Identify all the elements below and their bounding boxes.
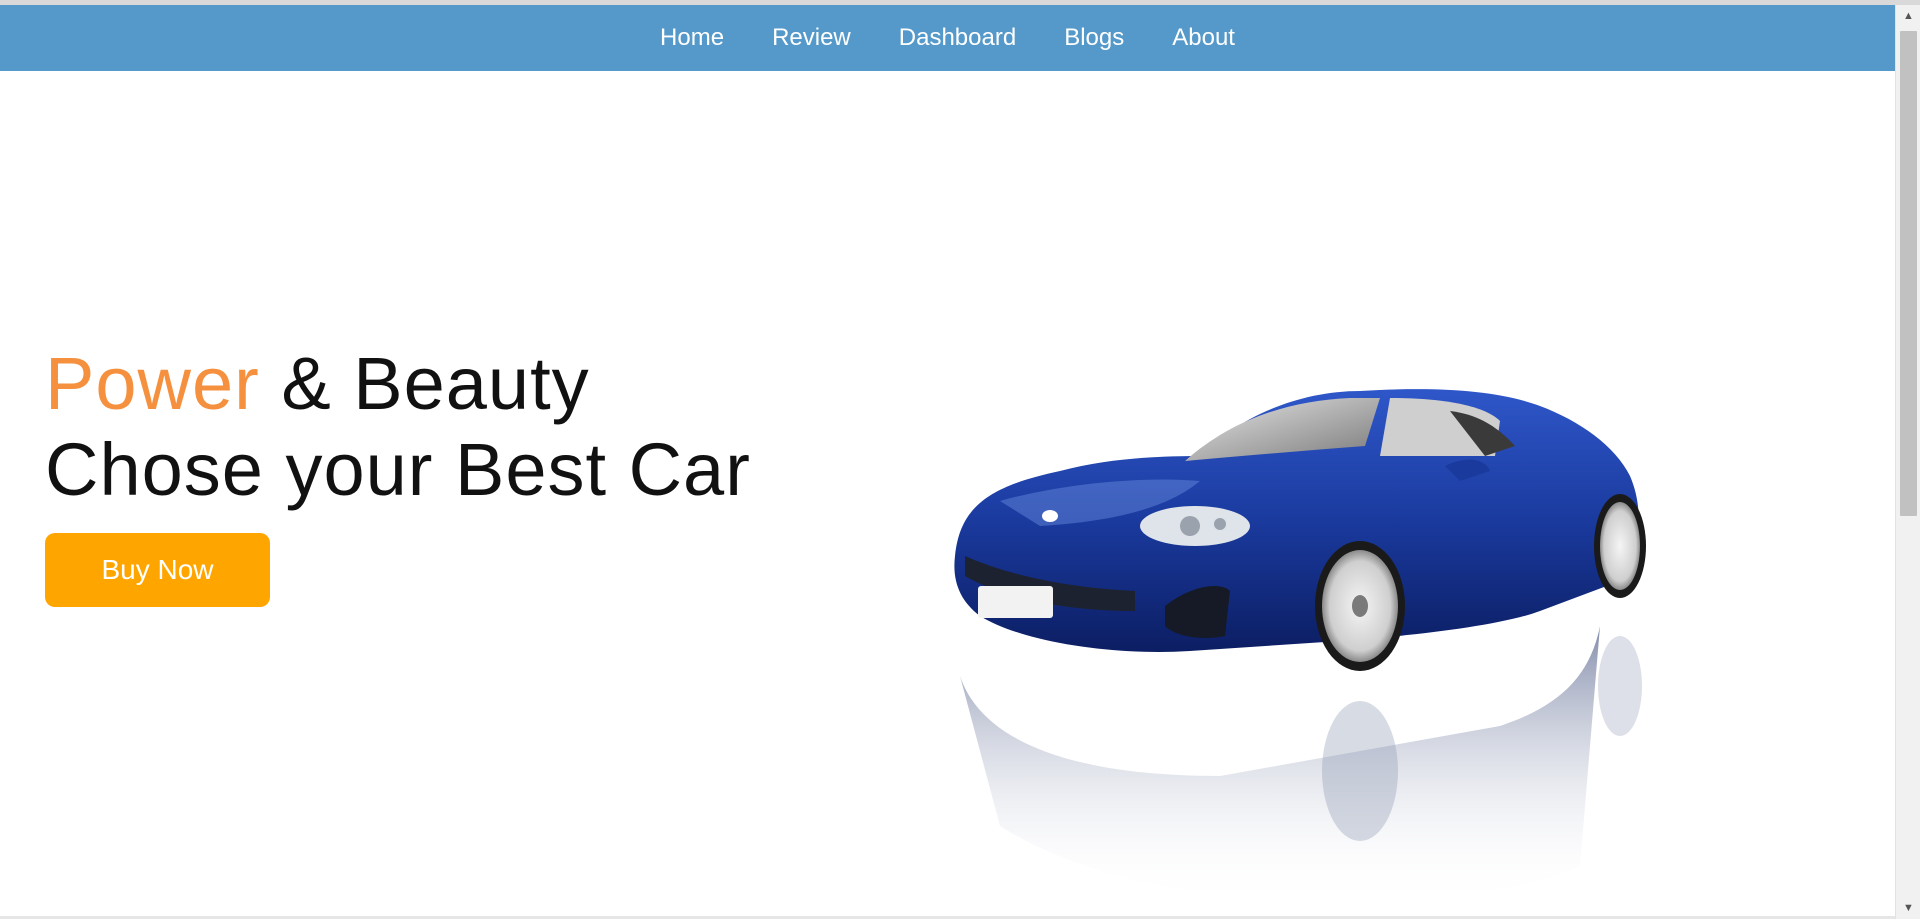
hero-headline: Power & Beauty Chose your Best Car	[45, 341, 751, 513]
triangle-down-icon[interactable]: ▼	[1896, 897, 1920, 919]
nav-home[interactable]: Home	[636, 5, 748, 71]
nav-dashboard[interactable]: Dashboard	[875, 5, 1040, 71]
car-image	[940, 306, 1680, 919]
nav-review[interactable]: Review	[748, 5, 875, 71]
headline-rest: & Beauty	[259, 342, 590, 425]
headline-line2: Chose your Best Car	[45, 428, 751, 511]
headline-accent: Power	[45, 342, 260, 425]
hero-section: Power & Beauty Chose your Best Car Buy N…	[0, 71, 1895, 919]
nav-about[interactable]: About	[1148, 5, 1259, 71]
triangle-up-icon[interactable]: ▲	[1896, 5, 1920, 27]
buy-now-button[interactable]: Buy Now	[45, 533, 270, 607]
top-navbar: Home Review Dashboard Blogs About	[0, 5, 1895, 71]
nav-blogs[interactable]: Blogs	[1040, 5, 1148, 71]
scroll-thumb[interactable]	[1900, 31, 1917, 516]
vertical-scrollbar[interactable]: ▲ ▼	[1895, 5, 1920, 919]
